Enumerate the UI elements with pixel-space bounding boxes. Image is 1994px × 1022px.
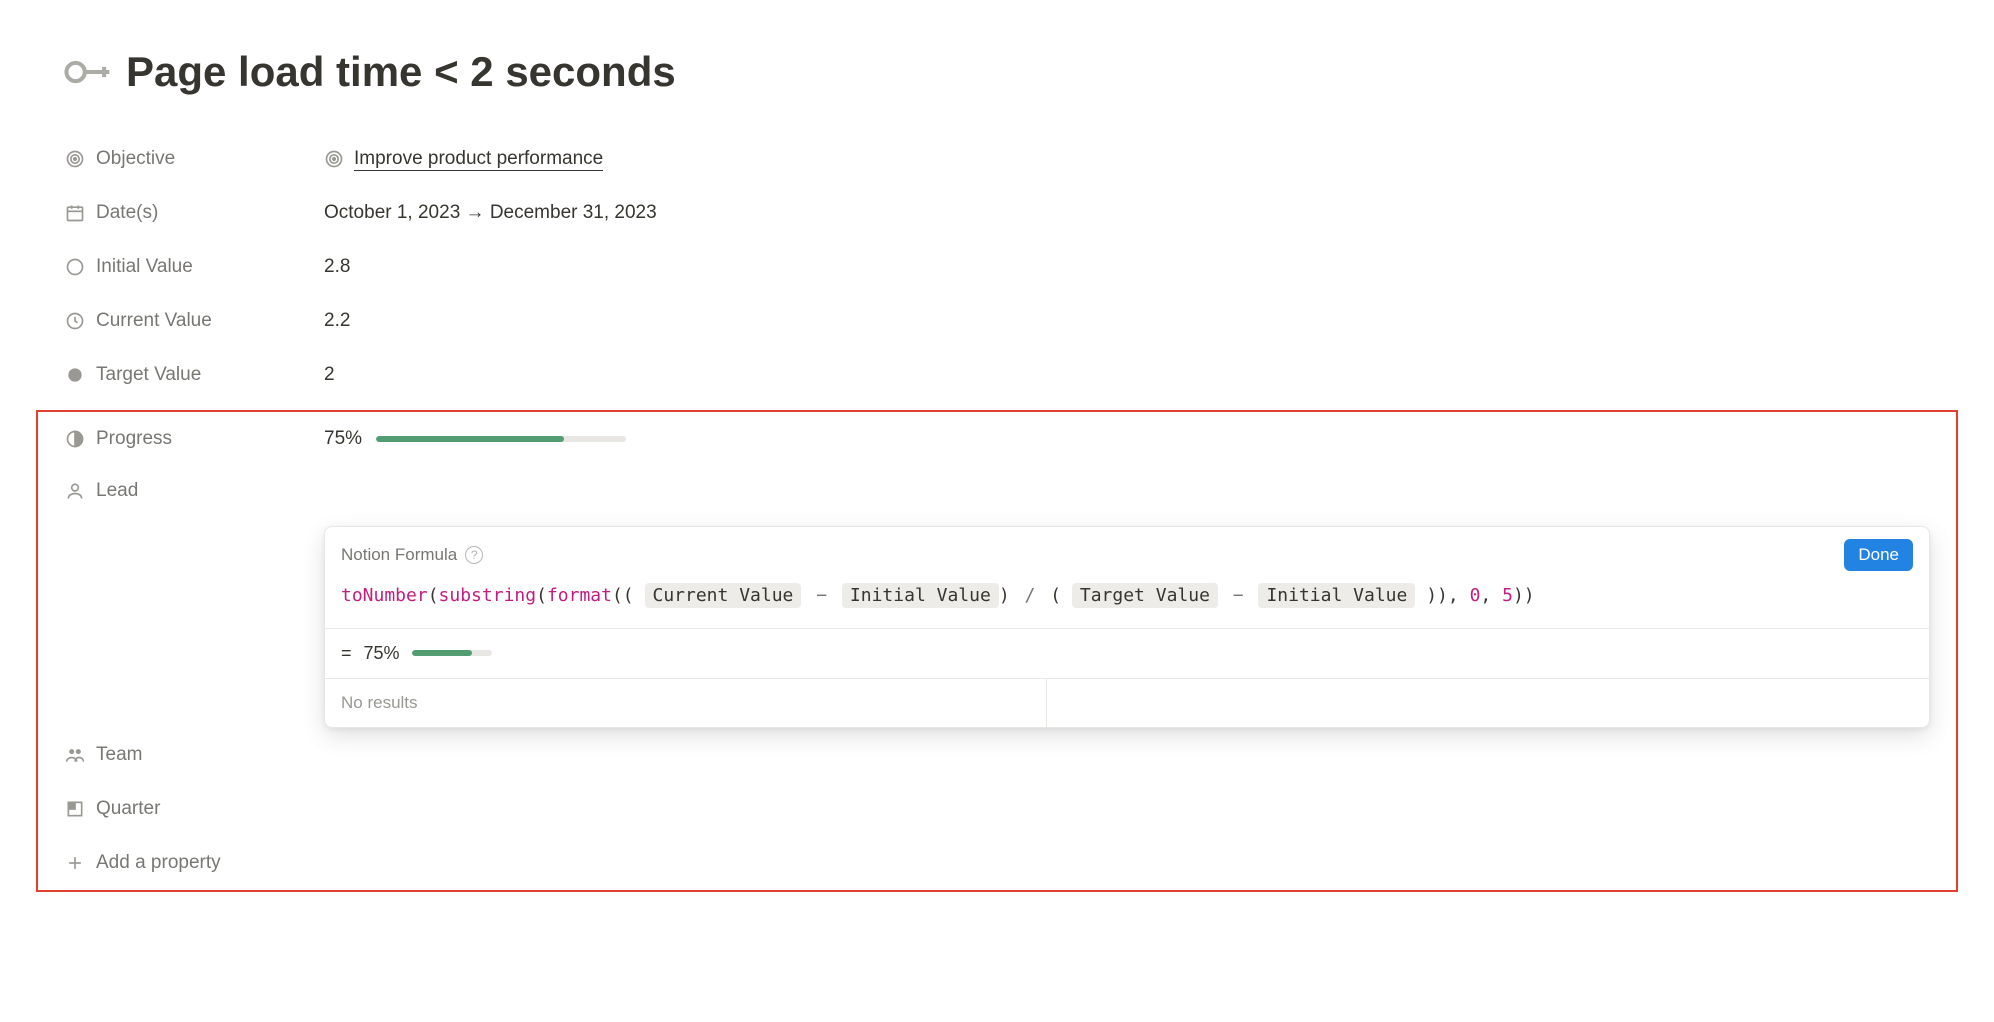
- property-label: Initial Value: [64, 256, 324, 278]
- formula-token-fn: toNumber: [341, 585, 428, 606]
- property-label: Progress: [64, 428, 324, 450]
- formula-result: = 75%: [325, 629, 1929, 679]
- quarter-icon: [64, 798, 86, 820]
- formula-token-comma: ,: [1480, 585, 1502, 606]
- highlight-annotation: Progress 75% Lead Notion Formula: [36, 410, 1958, 892]
- formula-token-num: 5: [1502, 585, 1513, 606]
- property-value[interactable]: October 1, 2023 → December 31, 2023: [324, 202, 657, 224]
- property-value[interactable]: 2.8: [324, 256, 350, 278]
- formula-token-paren: ((: [612, 585, 634, 606]
- formula-token-op: −: [812, 585, 831, 606]
- formula-token-fn: format: [547, 585, 612, 606]
- property-quarter[interactable]: Quarter: [64, 782, 1930, 836]
- page-title[interactable]: Page load time < 2 seconds: [126, 48, 676, 96]
- formula-popover: Notion Formula ? Done toNumber(substring…: [324, 526, 1930, 728]
- property-progress[interactable]: Progress 75%: [64, 412, 1930, 466]
- calendar-icon: [64, 202, 86, 224]
- add-property-label: Add a property: [96, 852, 221, 874]
- formula-token-paren: ): [999, 585, 1010, 606]
- property-label-text: Date(s): [96, 202, 158, 224]
- formula-header-title: Notion Formula ?: [341, 545, 483, 565]
- property-value[interactable]: 2.2: [324, 310, 350, 332]
- formula-token-op: −: [1229, 585, 1248, 606]
- property-label: Add a property: [64, 852, 324, 874]
- key-icon: [55, 41, 117, 103]
- property-label-text: Team: [96, 744, 142, 766]
- property-label-text: Lead: [96, 480, 138, 502]
- page-header: Page load time < 2 seconds: [64, 48, 1930, 96]
- formula-token-var[interactable]: Target Value: [1072, 583, 1218, 608]
- property-target-value[interactable]: Target Value 2: [64, 348, 1930, 402]
- property-current-value[interactable]: Current Value 2.2: [64, 294, 1930, 348]
- progress-percent: 75%: [324, 428, 362, 450]
- property-value[interactable]: Improve product performance: [324, 148, 603, 171]
- progress-fill: [376, 436, 564, 442]
- formula-token-var[interactable]: Initial Value: [1258, 583, 1415, 608]
- formula-title: Notion Formula: [341, 545, 457, 565]
- formula-token-var[interactable]: Current Value: [645, 583, 802, 608]
- plus-icon: [64, 852, 86, 874]
- formula-token-fn: substring: [439, 585, 537, 606]
- property-label-text: Objective: [96, 148, 175, 170]
- property-lead[interactable]: Lead: [64, 466, 1930, 520]
- no-results-text: No results: [325, 679, 1047, 727]
- formula-token-paren: (: [536, 585, 547, 606]
- formula-header: Notion Formula ? Done: [325, 527, 1929, 571]
- property-label: Quarter: [64, 798, 324, 820]
- property-dates[interactable]: Date(s) October 1, 2023 → December 31, 2…: [64, 186, 1930, 240]
- property-label: Target Value: [64, 364, 324, 386]
- property-label: Current Value: [64, 310, 324, 332]
- property-list: Objective Improve product performance Da…: [64, 132, 1930, 892]
- result-equals: =: [341, 643, 352, 664]
- person-icon: [64, 480, 86, 502]
- footer-empty: [1047, 679, 1929, 727]
- formula-token-num: 0: [1470, 585, 1481, 606]
- property-label: Objective: [64, 148, 324, 170]
- objective-link[interactable]: Improve product performance: [354, 148, 603, 171]
- formula-token-comma: ,: [1448, 585, 1470, 606]
- help-icon[interactable]: ?: [465, 546, 483, 564]
- half-circle-icon: [64, 428, 86, 450]
- progress-bar: [376, 436, 626, 442]
- formula-footer: No results: [325, 679, 1929, 727]
- target-icon: [64, 148, 86, 170]
- formula-token-op: /: [1021, 585, 1040, 606]
- filled-circle-icon: [64, 364, 86, 386]
- target-icon: [324, 149, 344, 169]
- formula-editor[interactable]: toNumber(substring(format(( Current Valu…: [325, 571, 1929, 629]
- property-label-text: Progress: [96, 428, 172, 450]
- people-icon: [64, 744, 86, 766]
- property-label-text: Current Value: [96, 310, 212, 332]
- result-progress-fill: [412, 650, 472, 656]
- circle-icon: [64, 256, 86, 278]
- property-objective[interactable]: Objective Improve product performance: [64, 132, 1930, 186]
- property-label-text: Target Value: [96, 364, 201, 386]
- property-team[interactable]: Team: [64, 728, 1930, 782]
- result-progress-bar: [412, 650, 492, 656]
- property-value[interactable]: 2: [324, 364, 335, 386]
- property-label-text: Initial Value: [96, 256, 193, 278]
- clock-icon: [64, 310, 86, 332]
- formula-token-paren: (: [1050, 585, 1061, 606]
- result-value: 75%: [364, 643, 400, 664]
- formula-token-var[interactable]: Initial Value: [842, 583, 999, 608]
- formula-token-paren: )): [1513, 585, 1535, 606]
- formula-token-paren: )): [1426, 585, 1448, 606]
- property-label: Lead: [64, 480, 324, 502]
- add-property-button[interactable]: Add a property: [64, 836, 1930, 890]
- property-label-text: Quarter: [96, 798, 160, 820]
- done-button[interactable]: Done: [1844, 539, 1913, 571]
- property-value[interactable]: 75%: [324, 428, 626, 450]
- formula-token-paren: (: [428, 585, 439, 606]
- property-label: Team: [64, 744, 324, 766]
- property-label: Date(s): [64, 202, 324, 224]
- property-initial-value[interactable]: Initial Value 2.8: [64, 240, 1930, 294]
